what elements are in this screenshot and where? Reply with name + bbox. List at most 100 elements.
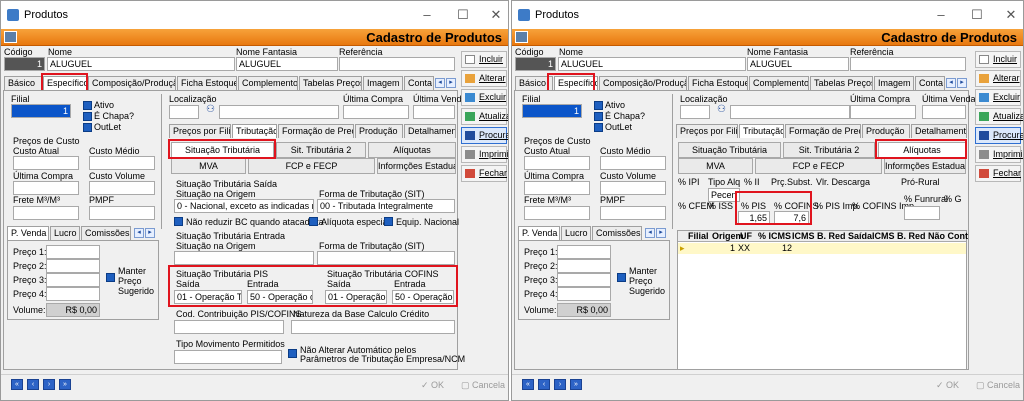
preco4-field[interactable] (557, 287, 611, 301)
next-record-icon[interactable]: › (43, 379, 55, 390)
tab-ficha-estoque[interactable]: Ficha Estoque (177, 76, 237, 90)
codigo-field[interactable]: 1 (4, 57, 45, 71)
nome-field[interactable]: ALUGUEL (47, 57, 235, 71)
tab-fcp-fecp[interactable]: FCP e FECP (248, 158, 375, 174)
filial-field[interactable]: 1 (522, 104, 582, 118)
tab-scroll-left-icon[interactable]: ◂ (946, 78, 956, 88)
minimize-button[interactable]: – (932, 7, 950, 22)
tab-detalhamento[interactable]: Detalhamento (404, 124, 456, 138)
preco1-field[interactable] (46, 245, 100, 259)
localizacao-field[interactable] (169, 105, 199, 119)
chapa-checkbox[interactable] (594, 112, 603, 121)
imprimir-button[interactable]: Imprimir (975, 146, 1023, 163)
nao-reduzir-checkbox[interactable] (174, 217, 183, 226)
alterar-button[interactable]: Alterar (975, 70, 1021, 87)
cancela-button[interactable]: ▢ Cancela (461, 380, 505, 391)
tab-fcp-fecp[interactable]: FCP e FECP (755, 158, 882, 174)
tab-composicao[interactable]: Composição/Produção (88, 76, 176, 90)
scroll-right-icon[interactable]: ▸ (145, 228, 155, 238)
nome-fantasia-field[interactable]: ALUGUEL (747, 57, 849, 71)
cofins-field[interactable]: 7,6 (774, 211, 809, 225)
minimize-button[interactable]: – (418, 7, 436, 22)
prev-record-icon[interactable]: ‹ (538, 379, 550, 390)
filial-field[interactable]: 1 (11, 104, 71, 118)
last-record-icon[interactable]: » (570, 379, 582, 390)
tab-scroll-right-icon[interactable]: ▸ (957, 78, 967, 88)
codigo-field[interactable]: 1 (515, 57, 556, 71)
scroll-left-icon[interactable]: ◂ (134, 228, 144, 238)
natureza-select[interactable] (291, 320, 455, 334)
tab-aliquotas[interactable]: Alíquotas (878, 142, 966, 158)
preco2-field[interactable] (557, 259, 611, 273)
preco3-field[interactable] (557, 273, 611, 287)
tab-lucro[interactable]: Lucro (561, 226, 591, 240)
scroll-left-icon[interactable]: ◂ (645, 228, 655, 238)
outlet-checkbox[interactable] (83, 123, 92, 132)
excluir-button[interactable]: Excluir (975, 89, 1021, 106)
tab-informacoes-estaduais[interactable]: Informções Estaduais (377, 158, 456, 174)
scroll-right-icon[interactable]: ▸ (656, 228, 666, 238)
tab-p-venda[interactable]: P. Venda (7, 226, 49, 240)
tab-mva[interactable]: MVA (171, 158, 246, 174)
first-record-icon[interactable]: « (11, 379, 23, 390)
pmpf-field[interactable] (89, 206, 155, 220)
frete-field[interactable] (524, 206, 590, 220)
referencia-field[interactable] (850, 57, 966, 71)
procurar-button[interactable]: Procurar (461, 127, 508, 144)
ultima-compra-date[interactable] (850, 105, 916, 119)
preco2-field[interactable] (46, 259, 100, 273)
maximize-button[interactable]: ☐ (968, 7, 986, 23)
aliquota-especial-checkbox[interactable] (309, 217, 318, 226)
atualizar-button[interactable]: Atualizar (975, 108, 1023, 125)
tab-scroll-left-icon[interactable]: ◂ (435, 78, 445, 88)
maximize-button[interactable]: ☐ (454, 7, 472, 23)
fechar-button[interactable]: Fechar (461, 165, 507, 182)
first-record-icon[interactable]: « (522, 379, 534, 390)
tab-especifico[interactable]: Específico (554, 76, 598, 90)
preco1-field[interactable] (557, 245, 611, 259)
prev-record-icon[interactable]: ‹ (27, 379, 39, 390)
funrural-field[interactable] (904, 206, 940, 220)
tipo-alq-select[interactable]: Pecen (708, 188, 740, 202)
tab-complemento[interactable]: Complemento (749, 76, 809, 90)
pis-saida-select[interactable]: 01 - Operação Trib (174, 290, 242, 304)
atualizar-button[interactable]: Atualizar (461, 108, 508, 125)
tab-formacao-preco[interactable]: Formação de Preço (785, 124, 861, 138)
preco4-field[interactable] (46, 287, 100, 301)
forma2-select[interactable] (317, 251, 455, 265)
tab-imagem[interactable]: Imagem (874, 76, 914, 90)
nome-field[interactable]: ALUGUEL (558, 57, 746, 71)
custo-medio-field[interactable] (89, 156, 155, 170)
tab-informacoes-estaduais[interactable]: Informções Estaduais (884, 158, 966, 174)
custo-volume-field[interactable] (600, 181, 666, 195)
incluir-button[interactable]: Incluir (461, 51, 507, 68)
tab-sit-tributaria-2[interactable]: Sit. Tributária 2 (783, 142, 875, 158)
procurar-button[interactable]: Procurar (975, 127, 1023, 144)
cofins-entrada-select[interactable]: 50 - Operação (392, 290, 454, 304)
tab-precos-filial[interactable]: Preços por Filial (676, 124, 738, 138)
tab-aliquotas[interactable]: Alíquotas (368, 142, 456, 158)
table-row[interactable]: ▸ 1 XX 12 (678, 243, 966, 254)
outlet-checkbox[interactable] (594, 123, 603, 132)
close-button[interactable]: ✕ (1002, 7, 1020, 23)
nao-alterar-checkbox[interactable] (288, 349, 297, 358)
tab-situacao-tributaria[interactable]: Situação Tributária (171, 142, 274, 158)
alterar-button[interactable]: Alterar (461, 70, 507, 87)
pmpf-field[interactable] (600, 206, 666, 220)
cofins-saida-select[interactable]: 01 - Operação (325, 290, 387, 304)
chapa-checkbox[interactable] (83, 112, 92, 121)
ultima-compra-field[interactable] (13, 181, 79, 195)
ultima-compra-field[interactable] (524, 181, 590, 195)
ultima-venda-date[interactable] (922, 105, 966, 119)
tab-imagem[interactable]: Imagem (363, 76, 403, 90)
tab-comissoes[interactable]: Comissões (592, 226, 642, 240)
tab-comissoes[interactable]: Comissões (81, 226, 131, 240)
excluir-button[interactable]: Excluir (461, 89, 507, 106)
tab-scroll-right-icon[interactable]: ▸ (446, 78, 456, 88)
nome-fantasia-field[interactable]: ALUGUEL (236, 57, 338, 71)
tab-mva[interactable]: MVA (678, 158, 753, 174)
last-record-icon[interactable]: » (59, 379, 71, 390)
pis-entrada-select[interactable]: 50 - Operação c (247, 290, 313, 304)
cancela-button[interactable]: ▢ Cancela (976, 380, 1020, 391)
tab-precos-filial[interactable]: Preços por Filial (169, 124, 231, 138)
